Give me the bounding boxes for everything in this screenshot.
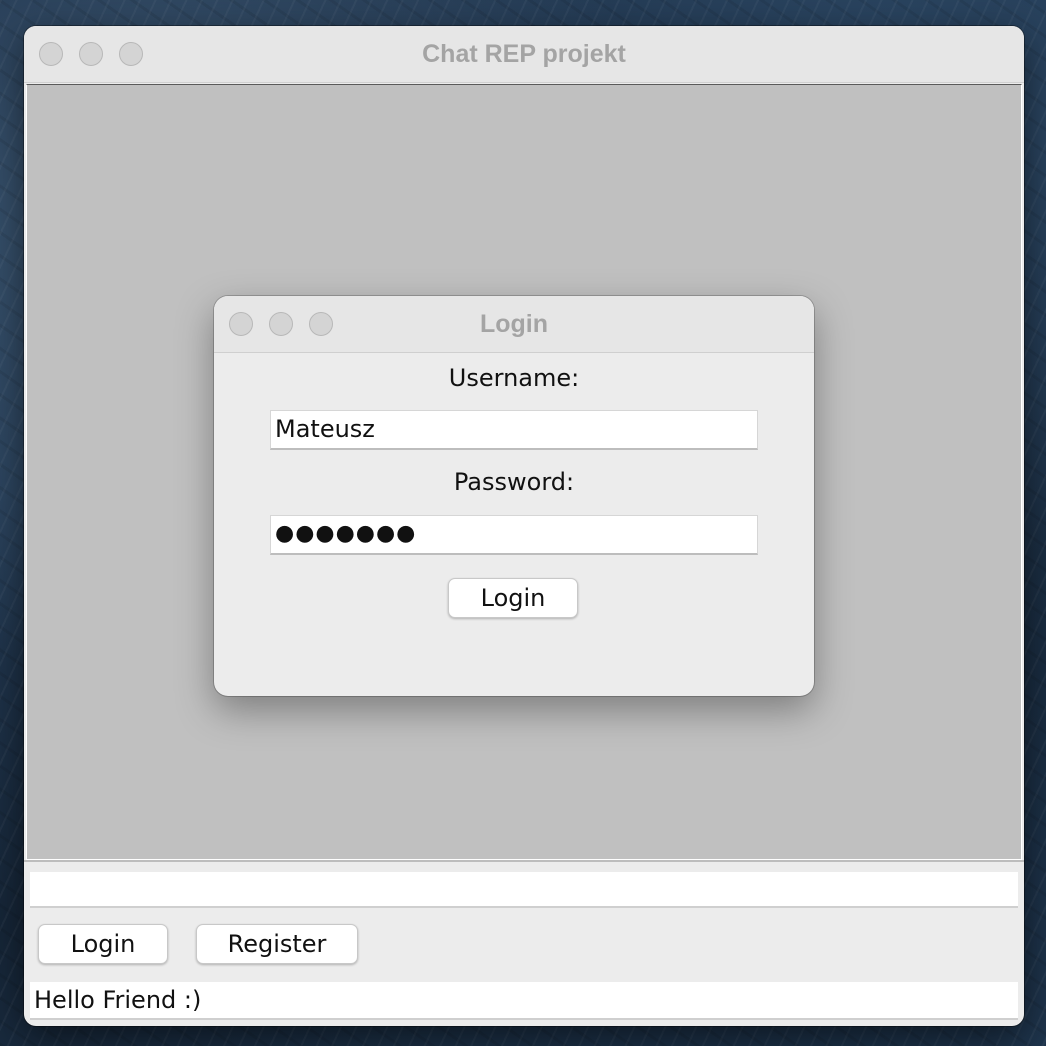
window-title: Chat REP projekt (422, 40, 626, 68)
password-label: Password: (453, 468, 575, 496)
status-text: Hello Friend :) (30, 982, 1018, 1020)
login-dialog: Login Username: Mateusz Password: ●●●●●●… (214, 296, 814, 696)
dialog-login-button[interactable]: Login (448, 578, 578, 618)
login-button[interactable]: Login (38, 924, 168, 964)
dialog-title: Login (479, 310, 549, 338)
register-button[interactable]: Register (196, 924, 358, 964)
pane-divider (24, 860, 1024, 862)
main-titlebar[interactable]: Chat REP projekt (24, 26, 1024, 83)
password-field[interactable]: ●●●●●●● (270, 515, 758, 555)
username-label: Username: (448, 364, 580, 392)
message-input[interactable] (30, 872, 1018, 908)
dialog-titlebar[interactable]: Login (214, 296, 814, 353)
username-field[interactable]: Mateusz (270, 410, 758, 450)
